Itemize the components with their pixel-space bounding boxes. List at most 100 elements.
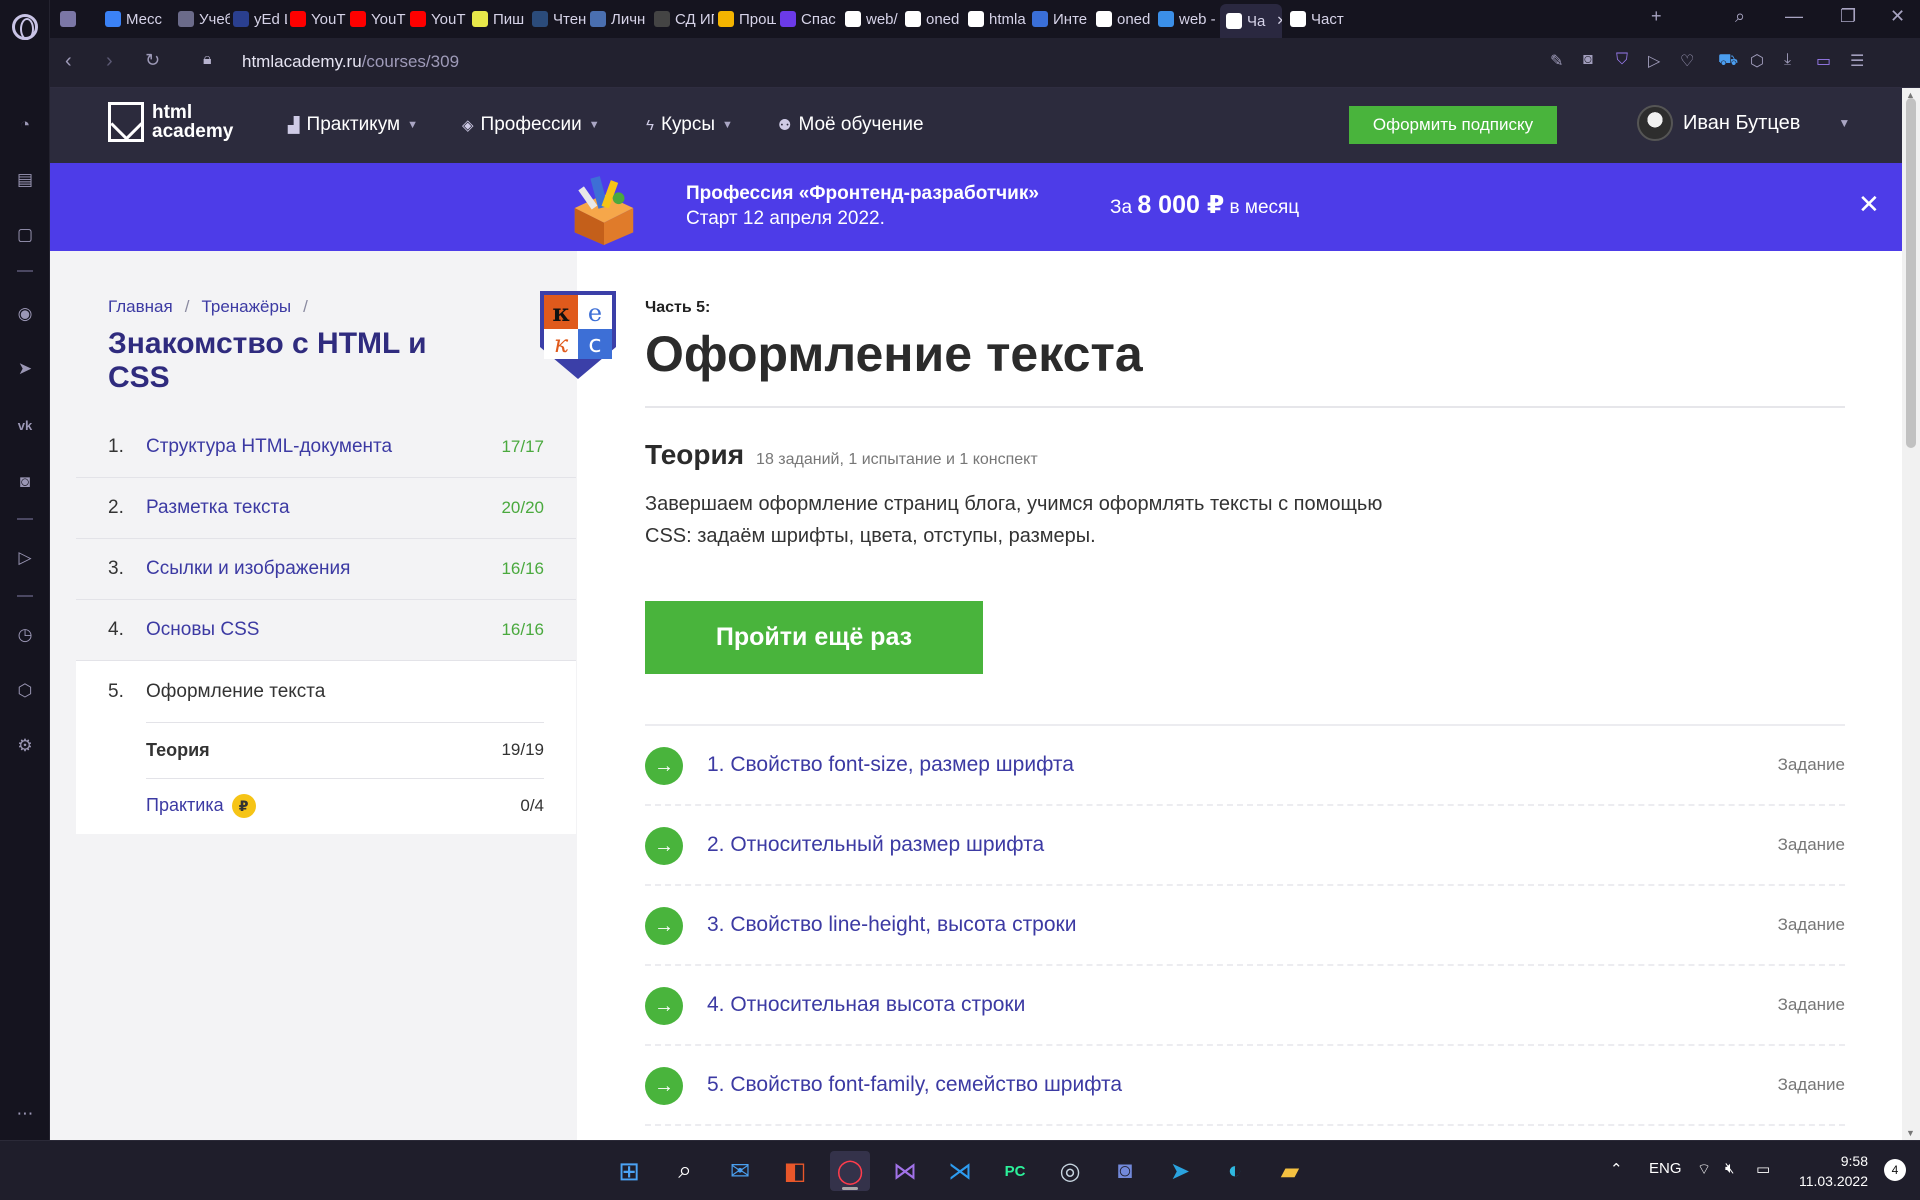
browser-tab[interactable]: oned — [905, 4, 963, 34]
browser-tab[interactable]: YouT — [350, 4, 408, 34]
scroll-down-icon[interactable]: ▼ — [1906, 1128, 1915, 1138]
vscode-icon[interactable]: ⋊ — [940, 1151, 980, 1191]
chapter-item[interactable]: 1. Структура HTML-документа 17/17 — [76, 417, 576, 478]
download-icon[interactable]: ⤓ — [1784, 51, 1791, 69]
browser-tab[interactable] — [60, 4, 100, 34]
cart-icon[interactable]: ⛟ — [1718, 51, 1738, 71]
opera-taskbar-icon[interactable]: ◯ — [830, 1151, 870, 1191]
menu-professions[interactable]: ◈ Профессии ▼ — [462, 114, 600, 136]
chapter-subitem-practice[interactable]: Практика ₽ 0/4 — [76, 778, 576, 834]
opera-logo-icon[interactable] — [12, 14, 38, 40]
more-icon[interactable]: ⋯ — [13, 1102, 37, 1126]
twitch-icon[interactable]: ▢ — [13, 223, 37, 247]
player-icon[interactable]: ▷ — [13, 546, 37, 570]
chapter-item-current[interactable]: 5. Оформление текста — [76, 661, 576, 722]
notification-badge[interactable]: 4 — [1884, 1159, 1906, 1181]
discord-icon[interactable]: ◙ — [1105, 1151, 1145, 1191]
menu-my-learning[interactable]: ⚉ Моё обучение — [778, 114, 924, 136]
send-snapshot-icon[interactable]: ✎ — [1550, 51, 1563, 71]
steam-icon[interactable]: ◎ — [1050, 1151, 1090, 1191]
new-tab-icon[interactable]: + — [1651, 6, 1662, 27]
chapter-item[interactable]: 2. Разметка текста 20/20 — [76, 478, 576, 539]
forward-icon[interactable]: › — [106, 50, 113, 73]
breadcrumb-home[interactable]: Главная — [108, 297, 173, 317]
workspaces-icon[interactable]: ▤ — [13, 168, 37, 192]
minimize-icon[interactable]: — — [1785, 6, 1803, 27]
visual-studio-icon[interactable]: ⋈ — [885, 1151, 925, 1191]
browser-tab[interactable]: Част — [1290, 4, 1360, 34]
subscribe-button[interactable]: Оформить подписку — [1349, 106, 1557, 144]
telegram-icon[interactable]: ➤ — [13, 357, 37, 381]
mail-icon[interactable]: ✉ — [720, 1151, 760, 1191]
settings-icon[interactable]: ⚙ — [13, 734, 37, 758]
browser-tab[interactable]: YouT — [290, 4, 348, 34]
file-explorer-icon[interactable]: ▰ — [1270, 1151, 1310, 1191]
task-item[interactable]: → 1. Свойство font-size, размер шрифта З… — [645, 726, 1845, 806]
reload-icon[interactable]: ↻ — [145, 50, 160, 71]
vpn-shield-icon[interactable]: ⛉ — [1616, 51, 1628, 69]
browser-tab[interactable]: YouT — [410, 4, 468, 34]
breadcrumb-trainers[interactable]: Тренажёры — [201, 297, 291, 317]
chapter-item[interactable]: 4. Основы CSS 16/16 — [76, 600, 576, 661]
whatsapp-icon[interactable]: ◉ — [13, 302, 37, 326]
battery-icon[interactable]: ▭ — [1756, 1160, 1770, 1178]
chapter-item[interactable]: 3. Ссылки и изображения 16/16 — [76, 539, 576, 600]
edge-icon[interactable]: ◐ — [1215, 1151, 1255, 1191]
history-icon[interactable]: ◷ — [13, 623, 37, 647]
user-menu[interactable]: Иван Бутцев ▼ — [1637, 105, 1850, 141]
browser-tab[interactable]: Личн — [590, 4, 650, 34]
browser-tab[interactable]: Спас — [780, 4, 840, 34]
url-field[interactable]: htmlacademy.ru/courses/309 — [242, 52, 459, 72]
send-icon[interactable]: ▷ — [1648, 51, 1660, 71]
search-icon[interactable]: ⌕ — [665, 1151, 705, 1191]
browser-tab[interactable]: Месс — [105, 4, 175, 34]
task-item[interactable]: → 4. Относительная высота строки Задание — [645, 966, 1845, 1046]
discord-icon[interactable]: ◙ — [13, 470, 37, 494]
telegram-icon[interactable]: ➤ — [1160, 1151, 1200, 1191]
browser-tab[interactable]: Ча ✕ — [1220, 4, 1282, 38]
wifi-icon[interactable]: ⌔ — [1697, 1160, 1711, 1179]
scrollbar-thumb[interactable] — [1906, 98, 1916, 448]
browser-tab[interactable]: Прош — [718, 4, 776, 34]
menu-practicum[interactable]: ▟ Практикум ▼ — [288, 114, 418, 136]
chapter-subitem-theory[interactable]: Теория 19/19 — [76, 722, 576, 778]
close-icon[interactable]: ✕ — [1858, 189, 1880, 220]
browser-tab[interactable]: yEd L — [233, 4, 287, 34]
promo-banner[interactable]: Профессия «Фронтенд-разработчик» Старт 1… — [50, 163, 1902, 251]
volume-mute-icon[interactable]: 🔇︎ — [1725, 1160, 1734, 1177]
battery-saver-icon[interactable]: ▭ — [1816, 51, 1831, 71]
browser-tab[interactable]: web/ — [845, 4, 901, 34]
extensions-icon[interactable]: ⬡ — [13, 679, 37, 703]
restore-icon[interactable]: ❐ — [1840, 6, 1856, 27]
retry-button[interactable]: Пройти ещё раз — [645, 601, 983, 674]
browser-tab[interactable]: Чтен — [532, 4, 588, 34]
cube-icon[interactable]: ⬡ — [1750, 51, 1764, 71]
browser-tab[interactable]: Учеб — [178, 4, 230, 34]
course-title[interactable]: Знакомство с HTML и CSS — [108, 327, 428, 395]
easy-setup-icon[interactable]: ☰ — [1850, 51, 1864, 71]
browser-tab[interactable]: oned — [1096, 4, 1154, 34]
clock[interactable]: 9:58 11.03.2022 — [1799, 1151, 1868, 1191]
task-item[interactable]: → 5. Свойство font-family, семейство шри… — [645, 1046, 1845, 1126]
browser-tab[interactable]: htmla — [968, 4, 1028, 34]
browser-tab[interactable]: Пиш — [472, 4, 530, 34]
browser-tab[interactable]: web - — [1158, 4, 1216, 34]
tray-chevron-icon[interactable]: ⌃ — [1610, 1160, 1623, 1178]
site-logo[interactable]: html academy — [108, 102, 233, 142]
back-icon[interactable]: ‹ — [65, 50, 72, 73]
task-item[interactable]: → 2. Относительный размер шрифта Задание — [645, 806, 1845, 886]
page-scrollbar[interactable]: ▲ ▼ — [1902, 88, 1920, 1140]
close-window-icon[interactable]: ✕ — [1890, 6, 1905, 27]
task-item[interactable]: → 3. Свойство line-height, высота строки… — [645, 886, 1845, 966]
camera-icon[interactable]: ◙ — [1583, 51, 1593, 69]
pycharm-icon[interactable]: PC — [995, 1151, 1035, 1191]
speed-dial-icon[interactable]: ◔ — [13, 113, 37, 137]
browser-tab[interactable]: СД ИПР — [654, 4, 714, 34]
browser-tab[interactable]: Инте — [1032, 4, 1092, 34]
language-indicator[interactable]: ENG — [1649, 1160, 1682, 1177]
menu-courses[interactable]: ϟ Курсы ▼ — [646, 114, 733, 136]
heart-icon[interactable]: ♡ — [1680, 51, 1694, 71]
windows-start-icon[interactable]: ⊞ — [609, 1151, 649, 1191]
office-icon[interactable]: ◧ — [775, 1151, 815, 1191]
vk-icon[interactable]: vk — [13, 413, 37, 437]
